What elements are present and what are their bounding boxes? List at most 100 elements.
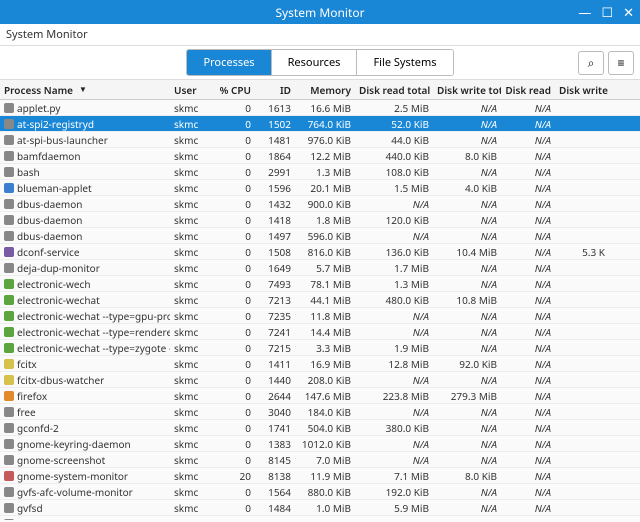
table-row[interactable]: applet.pyskmc0161316.6 MiB2.5 MiBN/AN/A [0, 100, 640, 116]
cell-disk-write-total: N/A [433, 213, 501, 227]
cell-user: skmc [170, 229, 215, 243]
cell-disk-write-total: N/A [433, 437, 501, 451]
tab-processes[interactable]: Processes [187, 50, 271, 75]
cell-disk-read-total: 2.5 MiB [355, 101, 433, 115]
table-row[interactable]: gnome-keyring-daemonskmc013831012.0 KiBN… [0, 436, 640, 452]
col-disk-read[interactable]: Disk read [501, 83, 555, 97]
table-row[interactable]: dconf-serviceskmc01508816.0 KiB136.0 KiB… [0, 244, 640, 260]
tab-resources[interactable]: Resources [272, 50, 358, 75]
cell-disk-read-total: 120.0 KiB [355, 213, 433, 227]
cell-disk-read-total: 480.0 KiB [355, 293, 433, 307]
cell-disk-write-total: 92.0 KiB [433, 357, 501, 371]
cell-cpu: 0 [215, 197, 255, 211]
cell-disk-write: 5.3 K [555, 245, 609, 259]
col-disk-write[interactable]: Disk write [555, 83, 609, 97]
cell-id: 1741 [255, 421, 295, 435]
cell-id: 8145 [255, 453, 295, 467]
cell-disk-read-total: N/A [355, 197, 433, 211]
cell-memory: 44.1 MiB [295, 293, 355, 307]
table-row[interactable]: at-spi-bus-launcherskmc01481976.0 KiB44.… [0, 132, 640, 148]
col-user[interactable]: User [170, 83, 215, 97]
toolbar-right: ⌕ ≡ [578, 51, 634, 75]
close-icon[interactable]: ✕ [623, 6, 634, 19]
table-row[interactable]: gnome-screenshotskmc081457.0 MiBN/AN/AN/… [0, 452, 640, 468]
table-row[interactable]: deja-dup-monitorskmc016495.7 MiB1.7 MiBN… [0, 260, 640, 276]
cell-disk-read: N/A [501, 485, 555, 499]
col-disk-read-total[interactable]: Disk read total [355, 83, 433, 97]
cell-memory: 764.0 KiB [295, 117, 355, 131]
col-cpu[interactable]: % CPU [215, 83, 255, 97]
cell-memory: 11.9 MiB [295, 469, 355, 483]
table-row[interactable]: fcitxskmc0141116.9 MiB12.8 MiB92.0 KiBN/… [0, 356, 640, 372]
col-memory[interactable]: Memory [295, 83, 355, 97]
cell-user: skmc [170, 469, 215, 483]
process-icon [4, 151, 14, 161]
cell-disk-read: N/A [501, 245, 555, 259]
table-row[interactable]: electronic-wechskmc0749378.1 MiB1.3 MiBN… [0, 276, 640, 292]
cell-id: 1440 [255, 373, 295, 387]
table-row[interactable]: dbus-daemonskmc01497596.0 KiBN/AN/AN/A [0, 228, 640, 244]
col-disk-write-total[interactable]: Disk write tot [433, 83, 501, 97]
table-row[interactable]: at-spi2-registrydskmc01502764.0 KiB52.0 … [0, 116, 640, 132]
cell-disk-read-total: 108.0 KiB [355, 165, 433, 179]
col-process-name[interactable]: Process Name▼ [0, 83, 170, 97]
col-id[interactable]: ID [255, 83, 295, 97]
cell-name: electronic-wechat --type=renderer [0, 325, 170, 339]
table-row[interactable]: bamfdaemonskmc0186412.2 MiB440.0 KiB8.0 … [0, 148, 640, 164]
maximize-icon[interactable]: ☐ [601, 6, 613, 19]
cell-disk-write-total: N/A [433, 117, 501, 131]
cell-id: 8138 [255, 469, 295, 483]
table-row[interactable]: dbus-daemonskmc014181.8 MiB120.0 KiBN/AN… [0, 212, 640, 228]
process-icon [4, 135, 14, 145]
table-row[interactable]: electronic-wechatskmc0721344.1 MiB480.0 … [0, 292, 640, 308]
cell-cpu: 0 [215, 165, 255, 179]
cell-user: skmc [170, 245, 215, 259]
table-row[interactable]: gvfsd-computerskmc030721.4 MiB192.0 KiBN… [0, 516, 640, 520]
table-row[interactable]: firefoxskmc02644147.6 MiB223.8 MiB279.3 … [0, 388, 640, 404]
table-row[interactable]: electronic-wechat --type=zygote --skmc07… [0, 340, 640, 356]
table-row[interactable]: gconfd-2skmc01741504.0 KiB380.0 KiBN/AN/… [0, 420, 640, 436]
cell-id: 3040 [255, 405, 295, 419]
table-row[interactable]: blueman-appletskmc0159620.1 MiB1.5 MiB4.… [0, 180, 640, 196]
table-row[interactable]: gvfs-afc-volume-monitorskmc01564880.0 Ki… [0, 484, 640, 500]
cell-disk-read-total: 12.8 MiB [355, 357, 433, 371]
menu-item-system-monitor[interactable]: System Monitor [6, 27, 88, 42]
menu-button[interactable]: ≡ [608, 51, 634, 75]
cell-disk-read-total: 136.0 KiB [355, 245, 433, 259]
cell-user: skmc [170, 421, 215, 435]
cell-memory: 880.0 KiB [295, 485, 355, 499]
cell-memory: 147.6 MiB [295, 389, 355, 403]
table-row[interactable]: freeskmc03040184.0 KiBN/AN/AN/A [0, 404, 640, 420]
process-icon [4, 167, 14, 177]
table-row[interactable]: bashskmc029911.3 MiB108.0 KiBN/AN/A [0, 164, 640, 180]
minimize-icon[interactable]: — [578, 6, 591, 19]
cell-user: skmc [170, 373, 215, 387]
cell-cpu: 0 [215, 309, 255, 323]
table-row[interactable]: fcitx-dbus-watcherskmc01440208.0 KiBN/AN… [0, 372, 640, 388]
cell-memory: 900.0 KiB [295, 197, 355, 211]
tab-filesystems[interactable]: File Systems [357, 50, 452, 75]
table-row[interactable]: electronic-wechat --type=rendererskmc072… [0, 324, 640, 340]
table-row[interactable]: electronic-wechat --type=gpu-proskmc0723… [0, 308, 640, 324]
cell-id: 1502 [255, 117, 295, 131]
cell-memory: 1012.0 KiB [295, 437, 355, 451]
cell-id: 7493 [255, 277, 295, 291]
cell-name: free [0, 405, 170, 419]
process-icon [4, 407, 14, 417]
search-button[interactable]: ⌕ [578, 51, 604, 75]
cell-user: skmc [170, 357, 215, 371]
cell-user: skmc [170, 517, 215, 521]
table-row[interactable]: dbus-daemonskmc01432900.0 KiBN/AN/AN/A [0, 196, 640, 212]
table-row[interactable]: gnome-system-monitorskmc20813811.9 MiB7.… [0, 468, 640, 484]
cell-disk-read-total: N/A [355, 309, 433, 323]
table-row[interactable]: gvfsdskmc014841.0 MiB5.9 MiBN/AN/A [0, 500, 640, 516]
cell-disk-read: N/A [501, 389, 555, 403]
table-body[interactable]: applet.pyskmc0161316.6 MiB2.5 MiBN/AN/Aa… [0, 100, 640, 520]
cell-disk-read-total: 380.0 KiB [355, 421, 433, 435]
search-icon: ⌕ [588, 54, 595, 71]
cell-name: applet.py [0, 101, 170, 115]
cell-name: deja-dup-monitor [0, 261, 170, 275]
cell-cpu: 0 [215, 453, 255, 467]
cell-user: skmc [170, 325, 215, 339]
process-icon [4, 519, 14, 521]
